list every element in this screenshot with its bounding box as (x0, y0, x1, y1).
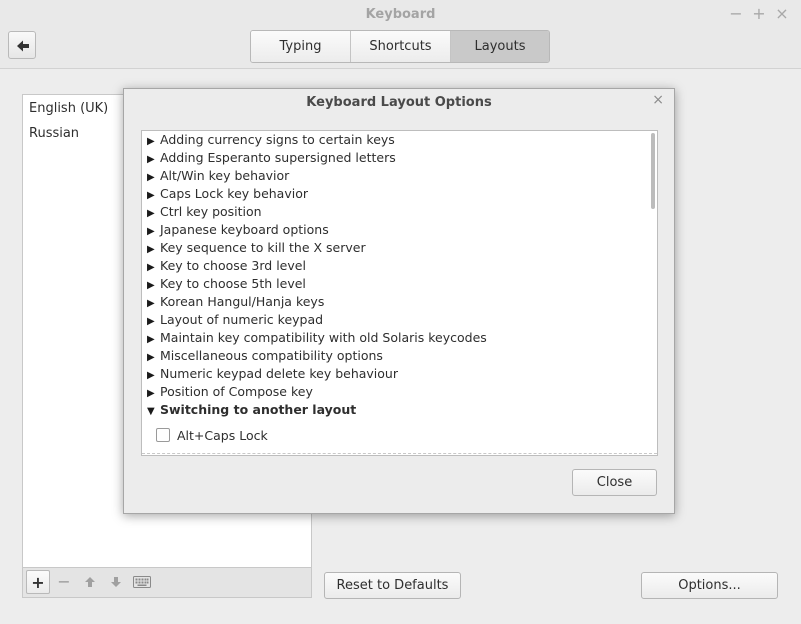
move-up-button[interactable] (78, 570, 102, 594)
arrow-down-icon (111, 577, 121, 587)
close-icon[interactable]: × (773, 5, 791, 23)
tab-layouts[interactable]: Layouts (451, 31, 549, 62)
dialog-close-icon[interactable]: × (652, 92, 664, 108)
tab-bar: Typing Shortcuts Layouts (250, 30, 550, 63)
expander-down-icon: ▼ (147, 406, 155, 417)
option-group[interactable]: ▶ Key to choose 5th level (147, 275, 306, 293)
option-group[interactable]: ▶ Japanese keyboard options (147, 221, 329, 239)
arrow-left-icon (17, 40, 29, 52)
option-group[interactable]: ▶ Maintain key compatibility with old Sol… (147, 329, 487, 347)
dialog-close-button[interactable]: Close (572, 469, 657, 496)
option-group[interactable]: ▶ Caps Lock key behavior (147, 185, 308, 203)
option-group[interactable]: ▶ Korean Hangul/Hanja keys (147, 293, 324, 311)
reset-to-defaults-button[interactable]: Reset to Defaults (324, 572, 461, 599)
move-down-button[interactable] (104, 570, 128, 594)
option-group[interactable]: ▶ Layout of numeric keypad (147, 311, 323, 329)
add-layout-button[interactable]: + (26, 570, 50, 594)
window-titlebar: Keyboard − + × (0, 0, 801, 30)
option-group[interactable]: ▶ Adding currency signs to certain keys (147, 131, 395, 149)
checkbox[interactable] (156, 428, 170, 442)
option-group[interactable]: ▶ Key to choose 3rd level (147, 257, 306, 275)
layout-item-english-uk[interactable]: English (UK) (29, 101, 108, 116)
minimize-icon[interactable]: − (727, 5, 745, 23)
tree-divider (142, 453, 657, 454)
option-group[interactable]: ▶ Miscellaneous compatibility options (147, 347, 383, 365)
layout-list-toolbar: + − (22, 568, 312, 598)
options-button[interactable]: Options... (641, 572, 778, 599)
option-group[interactable]: ▶ Numeric keypad delete key behaviour (147, 365, 398, 383)
option-group[interactable]: ▶ Alt/Win key behavior (147, 167, 289, 185)
back-button[interactable] (8, 31, 36, 59)
remove-layout-button[interactable]: − (52, 570, 76, 594)
show-keyboard-layout-button[interactable] (130, 570, 154, 594)
tab-typing[interactable]: Typing (251, 31, 351, 62)
keyboard-layout-options-dialog: Keyboard Layout Options × ▶ Adding curren… (123, 88, 675, 514)
option-group[interactable]: ▶ Ctrl key position (147, 203, 262, 221)
option-group[interactable]: ▶ Position of Compose key (147, 383, 313, 401)
arrow-up-icon (85, 577, 95, 587)
option-group-switching-layout[interactable]: ▼ Switching to another layout (147, 401, 356, 419)
layout-item-russian[interactable]: Russian (29, 126, 79, 141)
main-toolbar: Typing Shortcuts Layouts (0, 30, 801, 69)
option-alt-caps-lock[interactable]: Alt+Caps Lock (156, 427, 268, 445)
maximize-icon[interactable]: + (750, 5, 768, 23)
option-group[interactable]: ▶ Key sequence to kill the X server (147, 239, 366, 257)
window-title: Keyboard (365, 7, 436, 22)
dialog-title: Keyboard Layout Options (306, 95, 492, 110)
options-tree[interactable]: ▶ Adding currency signs to certain keys ▶… (141, 130, 658, 456)
option-group[interactable]: ▶ Adding Esperanto supersigned letters (147, 149, 396, 167)
tab-shortcuts[interactable]: Shortcuts (351, 31, 451, 62)
scrollbar-thumb[interactable] (651, 133, 655, 209)
keyboard-icon (133, 576, 151, 588)
